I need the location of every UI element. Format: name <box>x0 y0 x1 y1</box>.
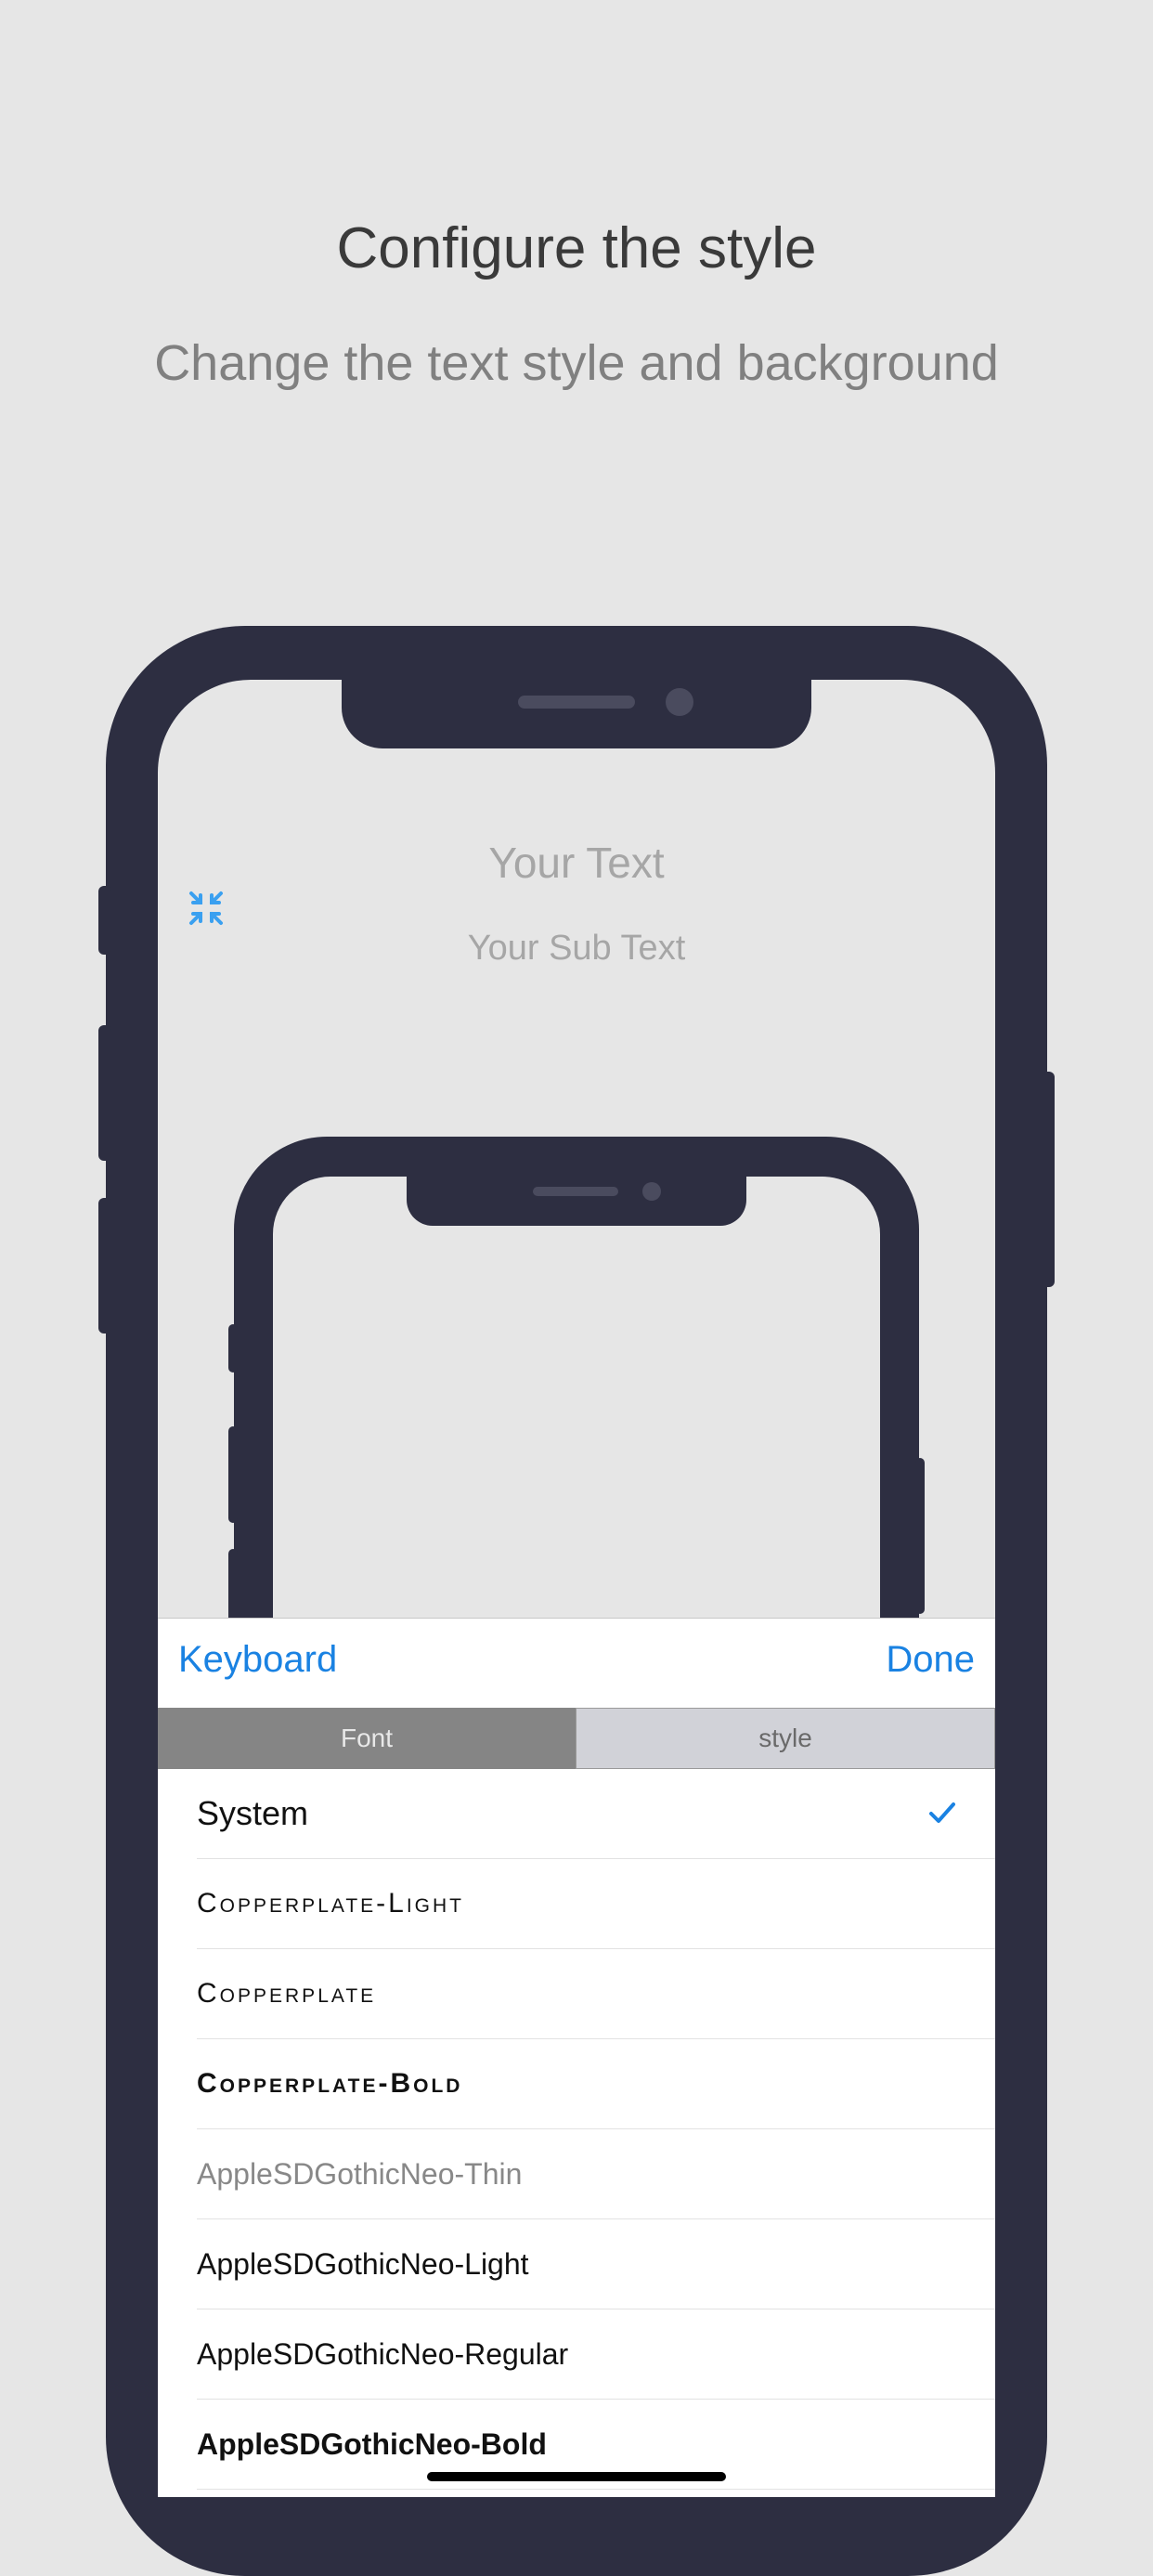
phone-speaker <box>518 696 635 709</box>
keyboard-button[interactable]: Keyboard <box>178 1639 337 1681</box>
phone-volume-up-button <box>98 1025 111 1161</box>
phone-volume-down-button <box>98 1198 111 1334</box>
font-row-system[interactable]: System <box>197 1769 995 1859</box>
checkmark-icon <box>929 1802 955 1823</box>
font-row-label: Copperplate <box>197 1978 377 2009</box>
shrink-arrows-icon[interactable] <box>188 890 225 927</box>
done-button[interactable]: Done <box>886 1639 975 1681</box>
font-row-label: System <box>197 1794 309 1832</box>
segment-style[interactable]: style <box>576 1708 995 1769</box>
font-row-copperplate-light[interactable]: Copperplate-Light <box>197 1859 995 1949</box>
inner-phone-notch <box>407 1172 746 1226</box>
inner-phone-volume-up-button <box>228 1426 238 1523</box>
inner-phone-camera <box>642 1182 661 1201</box>
font-row-applesdgothicneo-regular[interactable]: AppleSDGothicNeo-Regular <box>197 2309 995 2400</box>
preview-title-text[interactable]: Your Text <box>158 838 995 888</box>
font-row-label: AppleSDGothicNeo-Bold <box>197 2426 547 2461</box>
font-style-segmented-control: Font style <box>158 1708 995 1769</box>
font-row-label: Copperplate-Light <box>197 1888 464 1919</box>
font-list: System Copperplate-Light Copperplate Cop… <box>158 1769 995 2490</box>
segment-font[interactable]: Font <box>158 1708 576 1769</box>
font-row-label: AppleSDGothicNeo-Light <box>197 2246 529 2281</box>
font-row-applesdgothicneo-thin[interactable]: AppleSDGothicNeo-Thin <box>197 2129 995 2219</box>
phone-camera <box>666 688 693 716</box>
phone-side-button <box>98 886 111 955</box>
preview-subtitle-text[interactable]: Your Sub Text <box>158 929 995 969</box>
font-row-copperplate-bold[interactable]: Copperplate-Bold <box>197 2039 995 2129</box>
font-row-applesdgothicneo-light[interactable]: AppleSDGothicNeo-Light <box>197 2219 995 2309</box>
picker-toolbar: Keyboard Done <box>158 1619 995 1708</box>
home-indicator[interactable] <box>427 2472 726 2481</box>
font-row-copperplate[interactable]: Copperplate <box>197 1949 995 2039</box>
inner-phone-side-button <box>228 1324 238 1373</box>
page-subtitle: Change the text style and background <box>154 335 999 391</box>
page-title: Configure the style <box>336 216 817 280</box>
font-row-label: AppleSDGothicNeo-Thin <box>197 2156 523 2191</box>
font-picker-panel: Keyboard Done Font style System Copperpl… <box>158 1618 995 2497</box>
font-row-label: Copperplate-Bold <box>197 2068 463 2099</box>
phone-power-button <box>1042 1072 1055 1287</box>
font-row-label: AppleSDGothicNeo-Regular <box>197 2336 569 2371</box>
inner-phone-speaker <box>533 1187 618 1196</box>
inner-phone-power-button <box>915 1458 925 1614</box>
